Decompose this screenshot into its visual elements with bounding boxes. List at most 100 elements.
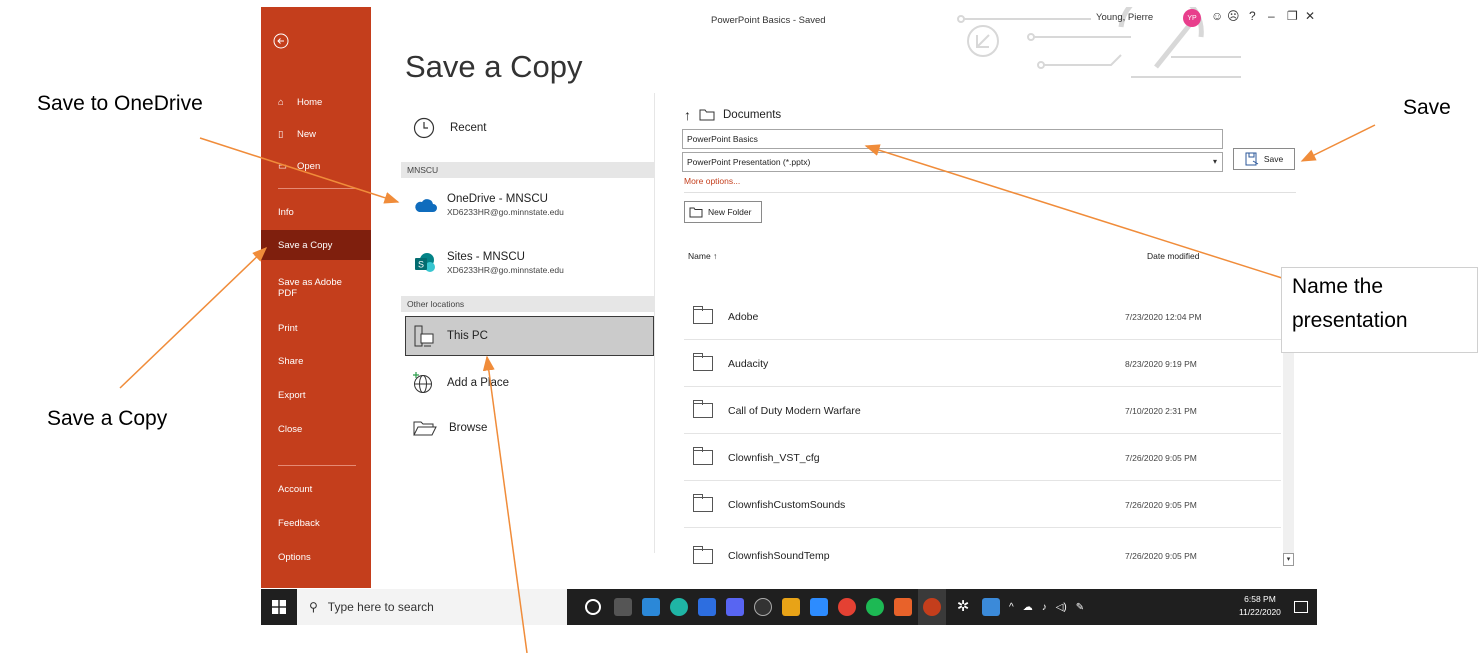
folder-icon (693, 447, 713, 465)
location-sites[interactable]: S Sites - MNSCU XD6233HR@go.minnstate.ed… (413, 251, 564, 275)
chrome-icon[interactable] (838, 598, 856, 616)
folder-icon (693, 400, 713, 418)
nav-home[interactable]: ⌂ Home (261, 87, 371, 117)
breadcrumb-documents[interactable]: Documents (723, 109, 781, 121)
file-row[interactable]: Call of Duty Modern Warfare 7/10/2020 2:3… (684, 388, 1281, 434)
spotify-icon[interactable] (866, 598, 884, 616)
smile-icon[interactable]: ☺ (1211, 9, 1223, 23)
pen-icon[interactable]: ✎ (1076, 602, 1084, 613)
nav-close[interactable]: Close (261, 414, 371, 444)
frown-icon[interactable]: ☹ (1227, 9, 1240, 23)
filename-field[interactable]: PowerPoint Basics (682, 129, 1223, 149)
notifications-icon[interactable] (1294, 601, 1308, 613)
home-icon: ⌂ (278, 96, 284, 108)
location-recent[interactable]: Recent (413, 117, 486, 139)
browse-folder-icon (413, 421, 437, 436)
avatar[interactable]: YP (1183, 9, 1201, 27)
chevron-down-icon: ▾ (1212, 157, 1217, 166)
user-name[interactable]: Young, Pierre (1096, 12, 1153, 23)
nav-info[interactable]: Info (261, 197, 371, 227)
file-explorer-icon[interactable] (642, 598, 660, 616)
settings-gear-icon[interactable]: ✲ (954, 598, 972, 616)
nav-save-as-adobe-pdf[interactable]: Save as Adobe PDF (261, 269, 357, 307)
annotation-save-a-copy: Save a Copy (47, 407, 168, 430)
app-s-icon[interactable] (698, 598, 716, 616)
save-icon (1245, 152, 1259, 166)
file-row[interactable]: Clownfish_VST_cfg 7/26/2020 9:05 PM (684, 435, 1281, 481)
annotation-name-presentation: Name the presentation (1281, 267, 1478, 353)
task-view-icon[interactable] (614, 598, 632, 616)
annotation-name-line1: Name the (1292, 275, 1384, 298)
open-folder-icon: ▭ (278, 160, 287, 172)
page-title: Save a Copy (405, 49, 583, 84)
powerpoint-window: ⌂ Home ▯ New ▭ Open Info Save a Copy Save a… (261, 7, 1317, 595)
sharepoint-icon: S (415, 253, 435, 272)
nav-share[interactable]: Share (261, 346, 371, 376)
location-onedrive[interactable]: OneDrive - MNSCU XD6233HR@go.minnstate.e… (413, 193, 564, 217)
annotation-save-to-onedrive: Save to OneDrive (37, 92, 203, 115)
save-button[interactable]: Save (1233, 148, 1295, 170)
nav-new[interactable]: ▯ New (261, 119, 371, 149)
up-arrow-icon[interactable]: ↑ (684, 107, 691, 123)
nav-save-a-copy[interactable]: Save a Copy (261, 230, 371, 260)
nav-divider (278, 188, 356, 189)
nav-account[interactable]: Account (261, 474, 371, 504)
clock-icon (413, 117, 435, 139)
screenshot-canvas: Save to OneDrive Save a Copy Save Name t… (0, 0, 1478, 653)
column-header-name[interactable]: Name ↑ (688, 251, 717, 261)
app-orange-icon[interactable] (894, 598, 912, 616)
volume-icon[interactable]: ◁) (1056, 602, 1067, 613)
search-icon: ⚲ (309, 600, 318, 614)
nav-print[interactable]: Print (261, 313, 371, 343)
chevron-up-icon[interactable]: ^ (1009, 602, 1014, 613)
cortana-icon[interactable] (585, 599, 601, 615)
obs-icon[interactable] (754, 598, 772, 616)
more-options-link[interactable]: More options... (684, 176, 740, 186)
powerpoint-icon[interactable] (923, 598, 941, 616)
onedrive-email: XD6233HR@go.minnstate.edu (447, 207, 564, 217)
windows-start-icon[interactable] (261, 589, 297, 625)
filetype-dropdown[interactable]: PowerPoint Presentation (*.pptx) ▾ (682, 152, 1223, 172)
taskbar: ⚲ Type here to search ✲ ^ ☁ ♪ ◁) ✎ 6:58 … (261, 589, 1317, 625)
folder-icon (693, 545, 713, 564)
pane-divider (684, 192, 1296, 193)
folder-icon (699, 109, 715, 121)
scroll-down-icon[interactable]: ▾ (1283, 553, 1294, 566)
column-divider (654, 93, 655, 553)
discord-icon[interactable] (726, 598, 744, 616)
system-tray: ^ ☁ ♪ ◁) ✎ (1009, 589, 1084, 625)
globe-add-icon (413, 372, 432, 393)
taskbar-search[interactable]: ⚲ Type here to search (297, 589, 567, 625)
location-add-place[interactable]: Add a Place (411, 371, 509, 395)
annotation-save: Save (1403, 96, 1451, 119)
minimize-icon[interactable]: – (1268, 9, 1275, 23)
store-icon[interactable] (782, 598, 800, 616)
edge-icon[interactable] (670, 598, 688, 616)
nav-options[interactable]: Options (261, 542, 371, 572)
breadcrumb: ↑ Documents (684, 107, 781, 123)
microphone-icon[interactable]: ♪ (1042, 602, 1047, 613)
zoom-icon[interactable] (810, 598, 828, 616)
close-icon[interactable]: ✕ (1305, 9, 1315, 23)
network-icon[interactable]: ☁ (1023, 602, 1033, 613)
annotation-name-line2: presentation (1292, 309, 1408, 332)
folder-icon (693, 306, 713, 324)
folder-icon (693, 353, 713, 371)
taskbar-clock[interactable]: 6:58 PM 11/22/2020 (1239, 593, 1281, 619)
back-arrow-icon[interactable] (261, 23, 301, 59)
file-row[interactable]: ClownfishCustomSounds 7/26/2020 9:05 PM (684, 482, 1281, 528)
nav-export[interactable]: Export (261, 380, 371, 410)
restore-icon[interactable]: ❐ (1287, 9, 1298, 23)
sites-title: Sites - MNSCU (447, 251, 525, 263)
file-row[interactable]: Audacity 8/23/2020 9:19 PM (684, 341, 1281, 387)
file-row[interactable]: Adobe 7/23/2020 12:04 PM (684, 294, 1281, 340)
location-this-pc[interactable]: This PC (413, 325, 488, 347)
help-icon[interactable]: ? (1249, 9, 1256, 23)
nav-feedback[interactable]: Feedback (261, 508, 371, 538)
file-row[interactable]: ClownfishSoundTemp 7/26/2020 9:05 PM (684, 533, 1281, 579)
nav-open[interactable]: ▭ Open (261, 151, 371, 181)
column-header-date[interactable]: Date modified (1147, 251, 1199, 261)
new-folder-button[interactable]: New Folder (684, 201, 762, 223)
photos-icon[interactable] (982, 598, 1000, 616)
location-browse[interactable]: Browse (413, 419, 487, 437)
